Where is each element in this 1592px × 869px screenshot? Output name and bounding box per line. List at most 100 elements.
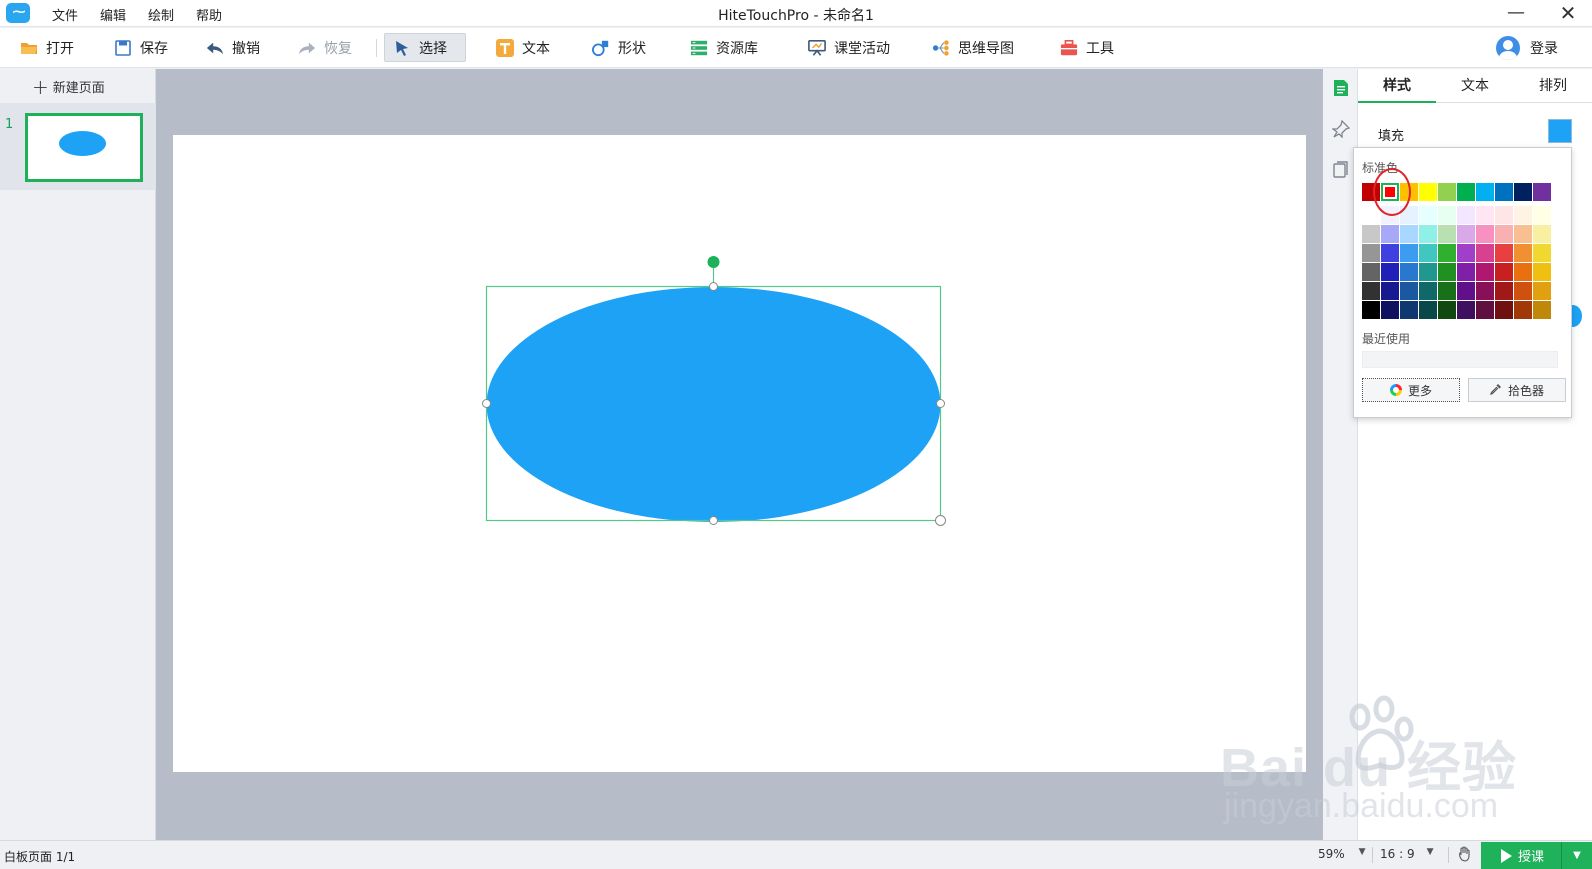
minimize-button[interactable]: — [1501, 1, 1531, 25]
whiteboard-slide[interactable] [173, 135, 1306, 772]
theme-color-swatch[interactable] [1457, 282, 1475, 300]
theme-color-swatch[interactable] [1419, 263, 1437, 281]
standard-color-swatch[interactable] [1457, 183, 1475, 201]
theme-color-swatch[interactable] [1381, 244, 1399, 262]
menu-draw[interactable]: 绘制 [148, 5, 174, 24]
theme-color-swatch[interactable] [1476, 282, 1494, 300]
theme-color-swatch[interactable] [1514, 225, 1532, 243]
login-button[interactable]: 登录 [1496, 33, 1558, 62]
ellipse-shape[interactable] [486, 287, 941, 522]
theme-color-swatch[interactable] [1457, 244, 1475, 262]
tab-text[interactable]: 文本 [1436, 69, 1514, 103]
theme-color-swatch[interactable] [1514, 282, 1532, 300]
theme-color-swatch[interactable] [1476, 206, 1494, 224]
theme-color-swatch[interactable] [1533, 206, 1551, 224]
standard-color-swatch[interactable] [1495, 183, 1513, 201]
theme-color-swatch[interactable] [1514, 301, 1532, 319]
theme-color-swatch[interactable] [1438, 225, 1456, 243]
resize-handle-right[interactable] [936, 399, 945, 408]
tab-arrange[interactable]: 排列 [1514, 69, 1592, 103]
theme-color-swatch[interactable] [1514, 263, 1532, 281]
theme-color-swatch[interactable] [1495, 225, 1513, 243]
theme-color-swatch[interactable] [1476, 301, 1494, 319]
resources-button[interactable]: 资源库 [682, 33, 766, 62]
theme-color-swatch[interactable] [1533, 225, 1551, 243]
theme-color-swatch[interactable] [1362, 282, 1380, 300]
tools-button[interactable]: 工具 [1052, 33, 1122, 62]
tab-style[interactable]: 样式 [1358, 69, 1436, 103]
theme-color-swatch[interactable] [1362, 301, 1380, 319]
theme-color-swatch[interactable] [1362, 225, 1380, 243]
theme-color-swatch[interactable] [1495, 206, 1513, 224]
menu-help[interactable]: 帮助 [196, 5, 222, 24]
theme-color-swatch[interactable] [1438, 244, 1456, 262]
theme-color-swatch[interactable] [1533, 282, 1551, 300]
theme-color-swatch[interactable] [1419, 244, 1437, 262]
theme-color-swatch[interactable] [1457, 263, 1475, 281]
standard-color-swatch[interactable] [1438, 183, 1456, 201]
rotate-handle[interactable] [707, 256, 720, 268]
teach-button[interactable]: 授课 ▼ [1481, 842, 1592, 869]
theme-color-swatch[interactable] [1381, 206, 1399, 224]
hand-pan-icon[interactable] [1457, 846, 1475, 864]
theme-color-swatch[interactable] [1495, 263, 1513, 281]
standard-color-swatch[interactable] [1381, 183, 1399, 201]
resize-handle-bottom-right[interactable] [935, 515, 946, 526]
standard-color-swatch[interactable] [1476, 183, 1494, 201]
standard-color-swatch[interactable] [1533, 183, 1551, 201]
select-button[interactable]: 选择 [384, 33, 466, 62]
redo-button[interactable]: 恢复 [290, 33, 360, 62]
theme-color-swatch[interactable] [1533, 301, 1551, 319]
page-thumbnail-row[interactable]: 1 [0, 103, 156, 190]
new-page-button[interactable]: + 新建页面 [32, 77, 105, 97]
theme-color-swatch[interactable] [1381, 282, 1399, 300]
standard-color-swatch[interactable] [1400, 183, 1418, 201]
theme-color-swatch[interactable] [1419, 301, 1437, 319]
shape-button[interactable]: 形状 [584, 33, 654, 62]
resize-handle-left[interactable] [482, 399, 491, 408]
theme-color-swatch[interactable] [1495, 282, 1513, 300]
aspect-ratio-select[interactable]: 16 : 9 ▼ [1380, 847, 1434, 861]
theme-color-swatch[interactable] [1476, 263, 1494, 281]
theme-color-swatch[interactable] [1400, 301, 1418, 319]
eyedropper-button[interactable]: 拾色器 [1468, 378, 1566, 402]
close-button[interactable]: ✕ [1553, 1, 1583, 25]
text-button[interactable]: 文本 [488, 33, 558, 62]
theme-color-swatch[interactable] [1419, 206, 1437, 224]
theme-color-swatch[interactable] [1457, 301, 1475, 319]
theme-color-swatch[interactable] [1400, 206, 1418, 224]
pin-icon[interactable] [1331, 119, 1351, 139]
standard-color-swatch[interactable] [1419, 183, 1437, 201]
theme-color-swatch[interactable] [1533, 263, 1551, 281]
theme-color-swatch[interactable] [1362, 206, 1380, 224]
theme-color-swatch[interactable] [1438, 263, 1456, 281]
theme-color-swatch[interactable] [1400, 225, 1418, 243]
theme-color-swatch[interactable] [1419, 225, 1437, 243]
menu-edit[interactable]: 编辑 [100, 5, 126, 24]
theme-color-swatch[interactable] [1457, 225, 1475, 243]
theme-color-swatch[interactable] [1362, 263, 1380, 281]
theme-color-swatch[interactable] [1476, 244, 1494, 262]
teach-dropdown-button[interactable]: ▼ [1561, 842, 1592, 869]
theme-color-swatch[interactable] [1438, 301, 1456, 319]
theme-color-swatch[interactable] [1495, 301, 1513, 319]
more-colors-button[interactable]: 更多 [1362, 378, 1460, 402]
theme-color-swatch[interactable] [1400, 244, 1418, 262]
fill-color-swatch[interactable] [1548, 119, 1572, 143]
theme-color-swatch[interactable] [1514, 206, 1532, 224]
resize-handle-bottom[interactable] [709, 516, 718, 525]
theme-color-swatch[interactable] [1381, 263, 1399, 281]
theme-color-swatch[interactable] [1362, 244, 1380, 262]
undo-button[interactable]: 撤销 [198, 33, 268, 62]
activity-button[interactable]: 课堂活动 [800, 33, 898, 62]
standard-color-swatch[interactable] [1362, 183, 1380, 201]
teach-start-button[interactable]: 授课 [1481, 846, 1561, 865]
theme-color-swatch[interactable] [1457, 206, 1475, 224]
resize-handle-top[interactable] [709, 282, 718, 291]
theme-color-swatch[interactable] [1381, 225, 1399, 243]
theme-color-swatch[interactable] [1438, 206, 1456, 224]
menu-file[interactable]: 文件 [52, 5, 78, 24]
theme-color-swatch[interactable] [1514, 244, 1532, 262]
page-thumbnail[interactable] [25, 113, 143, 182]
save-button[interactable]: 保存 [106, 33, 176, 62]
